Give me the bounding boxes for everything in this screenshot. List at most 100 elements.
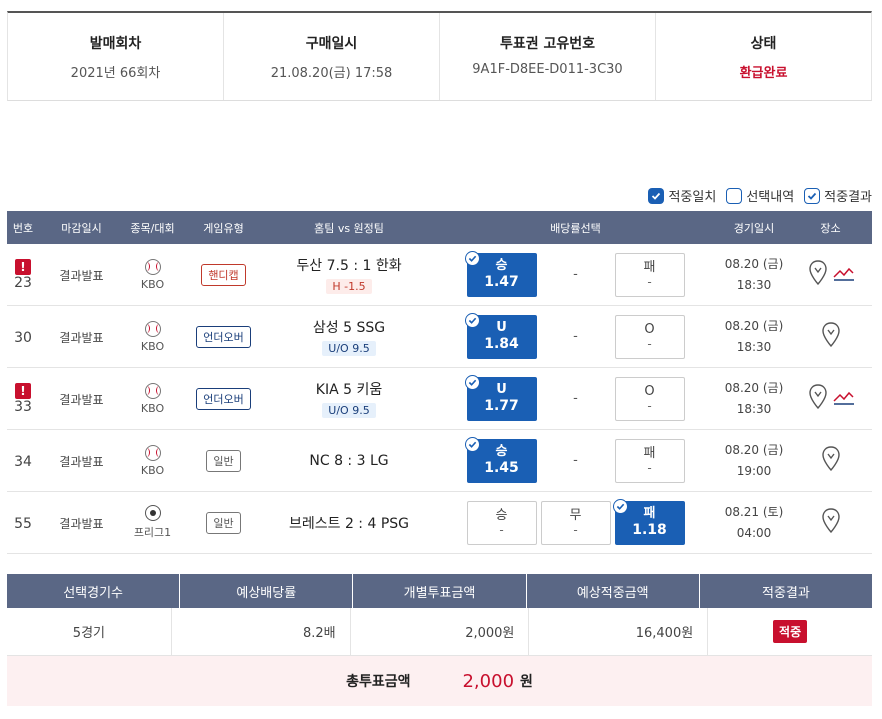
deadline-status: 결과발표 xyxy=(59,393,104,407)
match-teams: NC 8 : 3 LG xyxy=(309,452,389,469)
deadline-status: 결과발표 xyxy=(59,455,104,469)
legend-selection-label: 선택내역 xyxy=(746,190,795,205)
game-date: 08.20 (금) xyxy=(724,443,784,458)
league-name: KBO xyxy=(140,339,165,353)
trend-chart-icon[interactable] xyxy=(832,389,855,409)
check-icon xyxy=(464,436,480,452)
game-date: 08.21 (토) xyxy=(724,505,784,520)
total-amount: 2,000 xyxy=(462,670,515,692)
game-type-badge: 핸디캡 xyxy=(201,263,246,286)
expected-odds-value: 8.2배 xyxy=(172,608,351,655)
check-empty-icon xyxy=(726,187,743,204)
game-date: 08.20 (금) xyxy=(724,257,784,272)
col-deadline: 마감일시 xyxy=(61,221,102,235)
game-number: 55 xyxy=(14,516,32,532)
odds-button-home[interactable]: 승 1.47 xyxy=(464,250,537,297)
odds-button-home[interactable]: 승- xyxy=(466,500,537,545)
status-header: 상태 xyxy=(750,36,777,52)
baseball-icon xyxy=(144,320,161,337)
total-unit: 원 xyxy=(520,674,533,690)
table-row: 55 결과발표 프리그1 일반 브레스트 2 : 4 PSG 승- 무- 패 1.… xyxy=(7,492,872,554)
col-venue: 장소 xyxy=(820,221,841,235)
ticket-id-value: 9A1F-D8EE-D011-3C30 xyxy=(472,62,623,77)
check-icon xyxy=(464,250,480,266)
odds-button-draw: - xyxy=(573,390,578,406)
odds-button-over[interactable]: O- xyxy=(614,376,685,421)
trend-chart-icon[interactable] xyxy=(832,265,855,285)
check-icon xyxy=(464,374,480,390)
baseball-icon xyxy=(144,258,161,275)
match-teams: KIA 5 키움 xyxy=(315,382,383,398)
legend-hit-match[interactable]: 적중일치 xyxy=(648,186,716,205)
game-date: 08.20 (금) xyxy=(724,319,784,334)
table-row: 34 결과발표 KBO 일반 NC 8 : 3 LG 승 1.45 - 패- 08… xyxy=(7,430,872,492)
col-number: 번호 xyxy=(12,221,34,235)
location-pin-icon[interactable] xyxy=(807,259,829,291)
purchase-date-cell: 구매일시 21.08.20(금) 17:58 xyxy=(224,13,440,100)
odds-button-away[interactable]: 패- xyxy=(614,252,685,297)
round-value: 2021년 66회차 xyxy=(70,66,161,81)
legend-selection[interactable]: 선택내역 xyxy=(726,186,794,205)
game-number: 23 xyxy=(14,274,32,291)
game-table: 번호 마감일시 종목/대회 게임유형 홈팀 vs 원정팀 배당률선택 경기일시 … xyxy=(7,211,872,554)
round-header: 발매회차 xyxy=(89,36,142,52)
odds-button-under[interactable]: U 1.84 xyxy=(464,312,537,359)
game-time: 18:30 xyxy=(736,339,772,354)
col-hit-result: 적중결과 xyxy=(761,585,810,601)
league-name: 프리그1 xyxy=(133,526,172,539)
location-pin-icon[interactable] xyxy=(807,383,829,415)
game-time: 19:00 xyxy=(736,463,772,478)
col-odds: 배당률선택 xyxy=(550,221,601,235)
total-label: 총투표금액 xyxy=(346,674,411,690)
legend-hit-match-label: 적중일치 xyxy=(668,190,717,205)
soccer-ball-icon xyxy=(144,505,161,521)
ticket-info-box: 발매회차 2021년 66회차 구매일시 21.08.20(금) 17:58 투… xyxy=(7,11,872,101)
game-time: 18:30 xyxy=(736,277,772,292)
league-name: KBO xyxy=(140,277,165,291)
deadline-status: 결과발표 xyxy=(59,331,104,345)
game-time: 04:00 xyxy=(736,525,772,540)
odds-button-over[interactable]: O- xyxy=(614,314,685,359)
summary-row: 5경기 8.2배 2,000원 16,400원 적중 xyxy=(7,608,872,656)
odds-button-home[interactable]: 승 1.45 xyxy=(464,436,537,483)
status-cell: 상태 환급완료 xyxy=(656,13,871,100)
odds-button-away[interactable]: 패- xyxy=(614,438,685,483)
summary-header: 선택경기수 예상배당률 개별투표금액 예상적중금액 적중결과 xyxy=(7,574,872,608)
table-row: ! 23 결과발표 KBO 핸디캡 두산 7.5 : 1 한화 H -1.5 승 1.… xyxy=(7,244,872,306)
col-expected-win: 예상적중금액 xyxy=(527,574,700,608)
location-pin-icon[interactable] xyxy=(820,321,842,353)
check-icon xyxy=(612,498,628,514)
odds-button-away[interactable]: 패 1.18 xyxy=(612,498,685,545)
over-under-badge: U/O 9.5 xyxy=(322,341,376,356)
selected-games-value: 5경기 xyxy=(7,608,172,655)
handicap-badge: H -1.5 xyxy=(326,279,372,294)
match-teams: 두산 7.5 : 1 한화 xyxy=(296,258,402,274)
legend-hit-result[interactable]: 적중결과 xyxy=(804,186,872,205)
col-expected-odds: 예상배당률 xyxy=(180,574,354,608)
baseball-icon xyxy=(144,444,161,461)
match-teams: 삼성 5 SSG xyxy=(312,320,386,336)
status-value: 환급완료 xyxy=(739,66,788,81)
odds-button-under[interactable]: U 1.77 xyxy=(464,374,537,421)
deadline-status: 결과발표 xyxy=(59,269,104,283)
match-teams: 브레스트 2 : 4 PSG xyxy=(288,515,410,532)
ticket-id-cell: 투표권 고유번호 9A1F-D8EE-D011-3C30 xyxy=(440,13,656,100)
col-selected-games: 선택경기수 xyxy=(7,574,181,608)
total-bet-bar: 총투표금액 2,000 원 xyxy=(7,656,872,706)
col-match: 홈팀 vs 원정팀 xyxy=(314,221,384,235)
odds-button-draw: - xyxy=(573,266,578,282)
col-date: 경기일시 xyxy=(733,221,775,235)
game-number: 34 xyxy=(14,454,32,470)
game-number: 30 xyxy=(14,330,32,346)
game-time: 18:30 xyxy=(736,401,772,416)
col-game-type: 게임유형 xyxy=(203,221,244,235)
ticket-id-header: 투표권 고유번호 xyxy=(499,36,596,52)
location-pin-icon[interactable] xyxy=(820,445,842,477)
warning-icon: ! xyxy=(15,382,31,399)
league-name: KBO xyxy=(140,401,165,415)
location-pin-icon[interactable] xyxy=(820,507,842,539)
legend: 적중일치 선택내역 적중결과 xyxy=(648,186,872,205)
game-type-badge: 일반 xyxy=(206,511,241,534)
odds-button-draw[interactable]: 무- xyxy=(540,500,611,545)
table-row: 30 결과발표 KBO 언더오버 삼성 5 SSG U/O 9.5 U 1.84 -… xyxy=(7,306,872,368)
